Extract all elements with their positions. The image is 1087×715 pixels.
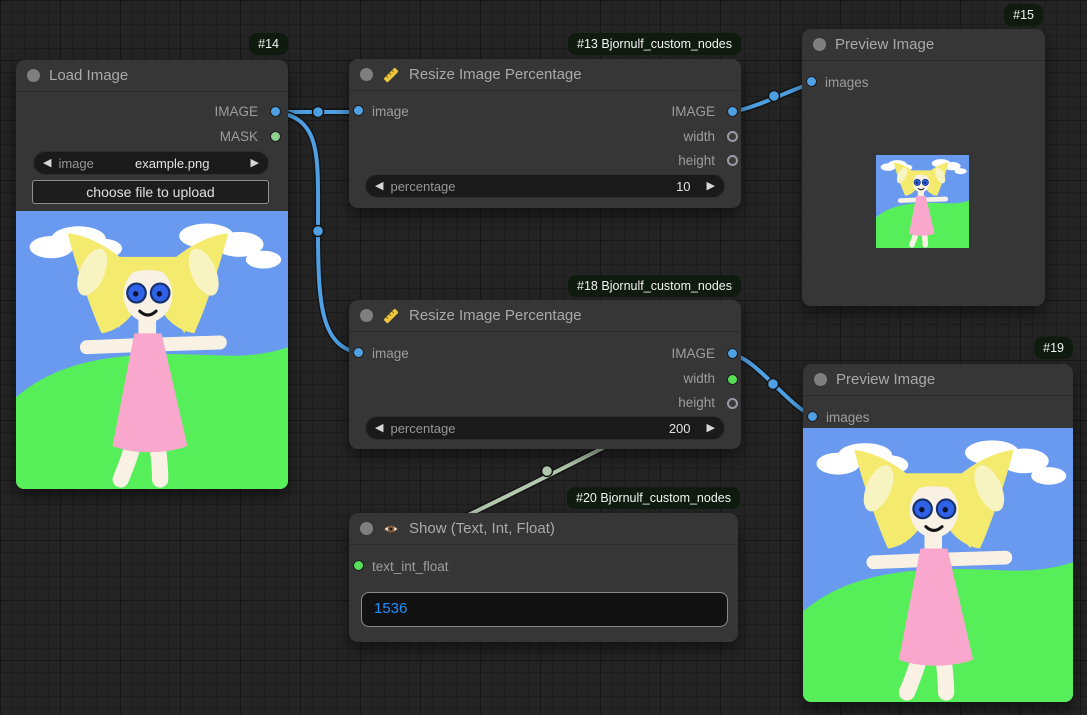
input-label-images: images (826, 410, 870, 425)
output-slot-image[interactable] (270, 106, 281, 117)
output-label-height: height (678, 395, 715, 410)
collapse-dot-icon[interactable] (814, 373, 827, 386)
percentage-widget[interactable]: ◀ percentage 200 ▶ (365, 416, 725, 440)
preview-image-large (803, 428, 1073, 702)
node-resize-image-percentage-18[interactable]: Resize Image Percentage image IMAGE widt… (349, 300, 741, 449)
loaded-image-preview (16, 211, 288, 489)
node-show-text-int-float[interactable]: Show (Text, Int, Float) text_int_float 1… (349, 513, 738, 642)
node-graph-canvas[interactable]: #14 #13 Bjornulf_custom_nodes #15 #18 Bj… (0, 0, 1087, 715)
input-slot-image[interactable] (353, 347, 364, 358)
collapse-dot-icon[interactable] (813, 38, 826, 51)
decrement-icon[interactable]: ◀ (375, 423, 383, 434)
node-header[interactable]: Resize Image Percentage (349, 59, 741, 91)
input-label-image: image (372, 104, 409, 119)
output-slot-width[interactable] (727, 374, 738, 385)
increment-icon[interactable]: ▶ (707, 181, 715, 192)
node-header[interactable]: Preview Image (802, 29, 1045, 61)
node-preview-image-19[interactable]: Preview Image images (803, 364, 1073, 702)
node-load-image[interactable]: Load Image IMAGE MASK ◀ image example.pn… (16, 60, 288, 489)
combo-next-icon[interactable]: ▶ (251, 158, 259, 169)
input-slot-image[interactable] (353, 105, 364, 116)
node-resize-image-percentage-13[interactable]: Resize Image Percentage image IMAGE widt… (349, 59, 741, 208)
widget-value[interactable]: 10 (676, 179, 690, 194)
node-badge: #15 (1004, 4, 1043, 26)
input-slot-images[interactable] (806, 76, 817, 87)
node-header[interactable]: Load Image (16, 60, 288, 92)
node-title: Show (Text, Int, Float) (409, 520, 555, 537)
combo-label: image (58, 156, 93, 171)
widget-label: percentage (390, 179, 455, 194)
node-title: Preview Image (835, 36, 934, 53)
show-value-textbox[interactable]: 1536 (361, 592, 728, 627)
output-label-image: IMAGE (671, 346, 715, 361)
output-label-width: width (683, 371, 715, 386)
reroute-dot[interactable] (768, 379, 779, 390)
node-badge: #19 (1034, 337, 1073, 359)
reroute-dot[interactable] (313, 226, 324, 237)
output-label-width: width (683, 129, 715, 144)
output-slot-height[interactable] (727, 155, 738, 166)
output-slot-width[interactable] (727, 131, 738, 142)
node-header[interactable]: Resize Image Percentage (349, 300, 741, 332)
collapse-dot-icon[interactable] (360, 522, 373, 535)
input-label-images: images (825, 75, 869, 90)
node-badge: #14 (249, 33, 288, 55)
input-label-text-int-float: text_int_float (372, 559, 449, 574)
output-slot-image[interactable] (727, 348, 738, 359)
output-slot-mask[interactable] (270, 131, 281, 142)
node-badge: #20 Bjornulf_custom_nodes (567, 487, 740, 509)
percentage-widget[interactable]: ◀ percentage 10 ▶ (365, 174, 725, 198)
output-label-height: height (678, 153, 715, 168)
combo-value[interactable]: example.png (135, 156, 209, 171)
node-badge: #13 Bjornulf_custom_nodes (568, 33, 741, 55)
choose-file-button[interactable]: choose file to upload (32, 180, 269, 204)
reroute-dot[interactable] (542, 466, 553, 477)
ruler-icon (382, 307, 400, 325)
widget-label: percentage (390, 421, 455, 436)
input-slot-text-int-float[interactable] (353, 560, 364, 571)
collapse-dot-icon[interactable] (360, 309, 373, 322)
reroute-dot[interactable] (313, 107, 324, 118)
output-slot-image[interactable] (727, 106, 738, 117)
collapse-dot-icon[interactable] (360, 68, 373, 81)
reroute-dot[interactable] (769, 91, 780, 102)
node-title: Preview Image (836, 371, 935, 388)
collapse-dot-icon[interactable] (27, 69, 40, 82)
output-label-image: IMAGE (214, 104, 258, 119)
node-title: Resize Image Percentage (409, 66, 582, 83)
ruler-icon (382, 66, 400, 84)
output-slot-height[interactable] (727, 398, 738, 409)
input-slot-images[interactable] (807, 411, 818, 422)
node-badge: #18 Bjornulf_custom_nodes (568, 275, 741, 297)
increment-icon[interactable]: ▶ (707, 423, 715, 434)
node-preview-image-15[interactable]: Preview Image images (802, 29, 1045, 306)
node-title: Resize Image Percentage (409, 307, 582, 324)
widget-value[interactable]: 200 (669, 421, 691, 436)
preview-image-thumbnail (876, 155, 969, 248)
output-label-mask: MASK (220, 129, 258, 144)
input-label-image: image (372, 346, 409, 361)
node-header[interactable]: Preview Image (803, 364, 1073, 396)
node-header[interactable]: Show (Text, Int, Float) (349, 513, 738, 545)
decrement-icon[interactable]: ◀ (375, 181, 383, 192)
eye-icon (382, 520, 400, 538)
node-title: Load Image (49, 67, 128, 84)
image-combo-widget[interactable]: ◀ image example.png ▶ (33, 151, 269, 175)
combo-prev-icon[interactable]: ◀ (43, 158, 51, 169)
output-label-image: IMAGE (671, 104, 715, 119)
